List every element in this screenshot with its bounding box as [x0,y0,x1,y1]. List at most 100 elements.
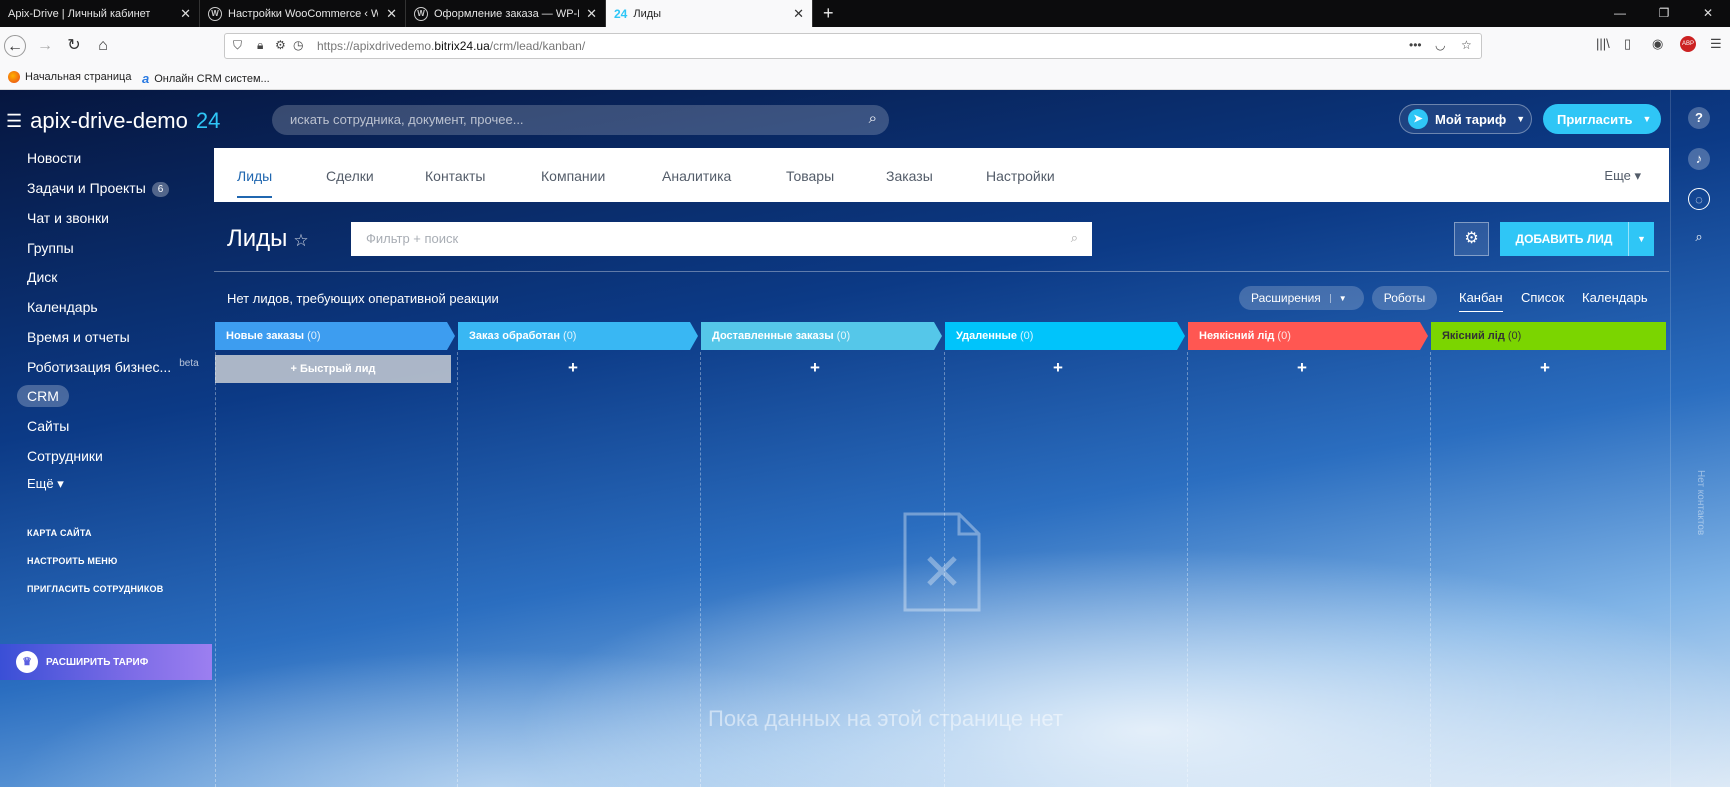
browser-tab[interactable]: Apix-Drive | Личный кабинет ✕ [0,0,200,27]
browser-tab[interactable]: W Оформление заказа — WP-D ✕ [406,0,606,27]
column-divider [215,352,216,787]
close-icon[interactable]: ✕ [180,6,191,22]
permissions-icon[interactable]: ⚙ [275,38,286,52]
stage-header[interactable]: Удаленные (0) [946,322,1043,350]
invite-button[interactable]: Пригласить ▼ [1543,104,1661,134]
view-calendar[interactable]: Календарь [1582,290,1648,305]
stage-count: (0) [1507,330,1522,342]
url-domain: bitrix24.ua [434,39,490,53]
library-icon[interactable]: |||\ [1596,36,1610,51]
hamburger-icon[interactable]: ☰ [6,111,22,132]
stage-header[interactable]: Неякісний лід (0) [1189,322,1301,350]
settings-gear-button[interactable]: ⚙ [1454,222,1489,256]
my-tariff-button[interactable]: ➤ Мой тариф ▼ [1399,104,1532,134]
add-card-plus[interactable]: + [568,358,578,378]
tab-contacts[interactable]: Контакты [425,168,485,184]
close-window-icon[interactable]: ✕ [1686,0,1730,27]
search-icon[interactable]: ⌕ [1071,230,1078,246]
menu-icon[interactable]: ☰ [1710,36,1722,52]
sitemap-link[interactable]: КАРТА САЙТА [27,528,92,538]
view-list[interactable]: Список [1521,290,1564,305]
add-card-plus[interactable]: + [1053,358,1063,378]
view-kanban[interactable]: Канбан [1459,290,1503,312]
add-lead-button[interactable]: ДОБАВИТЬ ЛИД ▼ [1500,222,1654,256]
stage-header[interactable]: Якісний лід (0) [1432,322,1531,350]
browser-tab-active[interactable]: 24 Лиды ✕ [606,0,813,27]
url-path: /crm/lead/kanban/ [489,39,586,53]
menu-item-crm[interactable]: CRM [17,385,69,407]
back-icon[interactable]: ← [4,35,26,57]
menu-item-tasks[interactable]: Задачи и Проекты 6 [27,180,170,197]
menu-item-robotization[interactable]: Роботизация бизнес... beta [27,358,199,375]
tab-more[interactable]: Еще ▾ [1604,168,1641,184]
stage-header[interactable]: Доставленные заказы (0) [702,322,860,350]
search-icon[interactable]: ⌕ [1688,226,1710,248]
browser-tab[interactable]: W Настройки WooCommerce ‹ W ✕ [200,0,406,27]
new-tab-button[interactable]: + [813,0,844,27]
account-icon[interactable]: ◉ [1652,36,1663,52]
menu-item-news[interactable]: Новости [27,150,81,166]
home-icon[interactable]: ⌂ [92,35,114,57]
no-leads-notice: Нет лидов, требующих оперативной реакции [227,291,499,306]
tab-deals[interactable]: Сделки [326,168,374,184]
menu-item-employees[interactable]: Сотрудники [27,448,103,464]
menu-item-chat[interactable]: Чат и звонки [27,210,109,226]
add-card-plus[interactable]: + [810,358,820,378]
tariff-label: Мой тариф [1435,111,1507,127]
add-card-plus[interactable]: + [1297,358,1307,378]
pocket-icon[interactable]: ◡ [1435,38,1445,52]
autoplay-icon[interactable]: ◷ [293,38,303,52]
expand-tariff-button[interactable]: ♛ РАСШИРИТЬ ТАРИФ [0,644,212,680]
chat-icon[interactable]: ◌ [1688,188,1710,210]
quick-lead-button[interactable]: + Быстрый лид [215,355,451,383]
tab-orders[interactable]: Заказы [886,168,933,184]
forward-icon[interactable]: → [34,35,56,57]
add-lead-label: ДОБАВИТЬ ЛИД [1515,232,1613,246]
bookmark-star-icon[interactable]: ☆ [1461,38,1472,52]
filter-search-input[interactable]: Фильтр + поиск ⌕ [351,222,1092,256]
close-icon[interactable]: ✕ [586,6,597,22]
help-icon[interactable]: ? [1688,107,1710,129]
menu-item-more[interactable]: Ещё ▾ [27,476,64,492]
global-search-input[interactable]: искать сотрудника, документ, прочее... ⌕ [272,105,889,135]
bell-icon[interactable]: ♪ [1688,148,1710,170]
menu-item-calendar[interactable]: Календарь [27,299,98,315]
search-icon[interactable]: ⌕ [869,110,877,127]
reload-icon[interactable]: ↻ [63,35,85,57]
close-icon[interactable]: ✕ [793,6,804,22]
browser-tabbar: Apix-Drive | Личный кабинет ✕ W Настройк… [0,0,1730,27]
column-divider [700,352,701,787]
portal-logo[interactable]: ☰ apix-drive-demo 24 [6,108,220,134]
sidebar-icon[interactable]: ▯ [1624,36,1631,52]
chevron-down-icon[interactable]: ▼ [1329,293,1347,303]
url-prefix: https://apixdrivedemo. [317,39,435,53]
maximize-icon[interactable]: ❐ [1642,0,1686,27]
minimize-icon[interactable]: — [1598,0,1642,27]
extensions-button[interactable]: Расширения ▼ [1239,286,1364,310]
stage-header[interactable]: Новые заказы (0) [216,322,331,350]
chevron-down-icon[interactable]: ▼ [1628,222,1654,256]
configure-menu-link[interactable]: НАСТРОИТЬ МЕНЮ [27,556,117,566]
robots-button[interactable]: Роботы [1372,286,1437,310]
tab-analytics[interactable]: Аналитика [662,168,731,184]
invite-employees-link[interactable]: ПРИГЛАСИТЬ СОТРУДНИКОВ [27,584,163,594]
bookmark-item[interactable]: a Онлайн CRM систем... [142,71,270,86]
add-card-plus[interactable]: + [1540,358,1550,378]
menu-item-groups[interactable]: Группы [27,240,74,256]
menu-item-sites[interactable]: Сайты [27,418,69,434]
menu-item-disk[interactable]: Диск [27,269,57,285]
tab-settings[interactable]: Настройки [986,168,1055,184]
close-icon[interactable]: ✕ [386,6,397,22]
stage-header[interactable]: Заказ обработан (0) [459,322,586,350]
tab-leads[interactable]: Лиды [237,168,273,198]
address-bar[interactable]: ⛉ 🔒︎ ⚙ ◷ https://apixdrivedemo.bitrix24.… [224,33,1482,59]
tab-products[interactable]: Товары [786,168,834,184]
star-icon[interactable]: ☆ [293,231,308,250]
adblock-icon[interactable]: ABP [1680,36,1696,52]
tab-companies[interactable]: Компании [541,168,605,184]
stage-count: (0) [563,330,577,342]
bookmark-item[interactable]: Начальная страница [8,71,131,83]
page-actions-icon[interactable]: ••• [1409,38,1422,52]
shield-icon[interactable]: ⛉ [233,38,242,53]
lock-icon[interactable]: 🔒︎ [257,38,263,53]
